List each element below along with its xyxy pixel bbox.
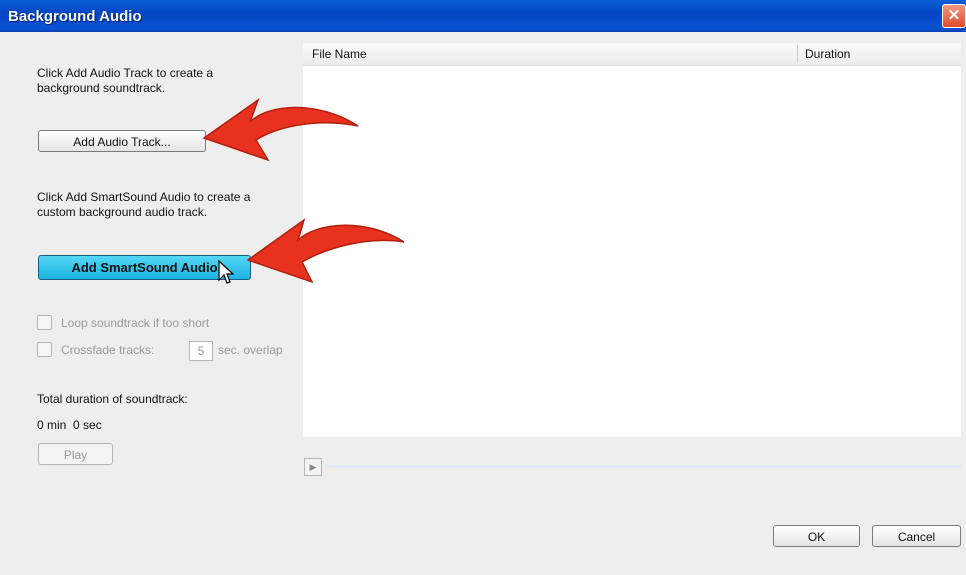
play-button[interactable]: Play <box>38 443 113 465</box>
close-button[interactable]: ✕ <box>942 4 966 28</box>
column-duration[interactable]: Duration <box>805 43 850 65</box>
mouse-cursor-icon <box>218 260 234 284</box>
loop-soundtrack-checkbox[interactable] <box>37 315 52 330</box>
crossfade-seconds-field[interactable]: 5 <box>189 341 213 361</box>
window-title: Background Audio <box>8 8 142 25</box>
crossfade-checkbox[interactable] <box>37 342 52 357</box>
total-duration-value: 0 min 0 sec <box>37 418 102 432</box>
crossfade-suffix: sec. overlap <box>218 343 283 357</box>
preview-play-icon[interactable]: ▶ <box>304 458 322 476</box>
total-duration-label: Total duration of soundtrack: <box>37 392 188 406</box>
ok-button[interactable]: OK <box>773 525 860 547</box>
column-file-name[interactable]: File Name <box>312 43 367 65</box>
cancel-button[interactable]: Cancel <box>872 525 961 547</box>
add-audio-track-button[interactable]: Add Audio Track... <box>38 130 206 152</box>
list-header <box>303 43 961 66</box>
header-divider <box>797 45 798 63</box>
callout-arrow-icon <box>202 98 359 162</box>
preview-progress-track[interactable] <box>326 465 962 468</box>
title-bar: Background Audio ✕ <box>0 0 966 32</box>
callout-arrow-icon <box>246 218 405 284</box>
loop-soundtrack-label: Loop soundtrack if too short <box>61 316 210 330</box>
crossfade-label: Crossfade tracks: <box>61 343 155 357</box>
